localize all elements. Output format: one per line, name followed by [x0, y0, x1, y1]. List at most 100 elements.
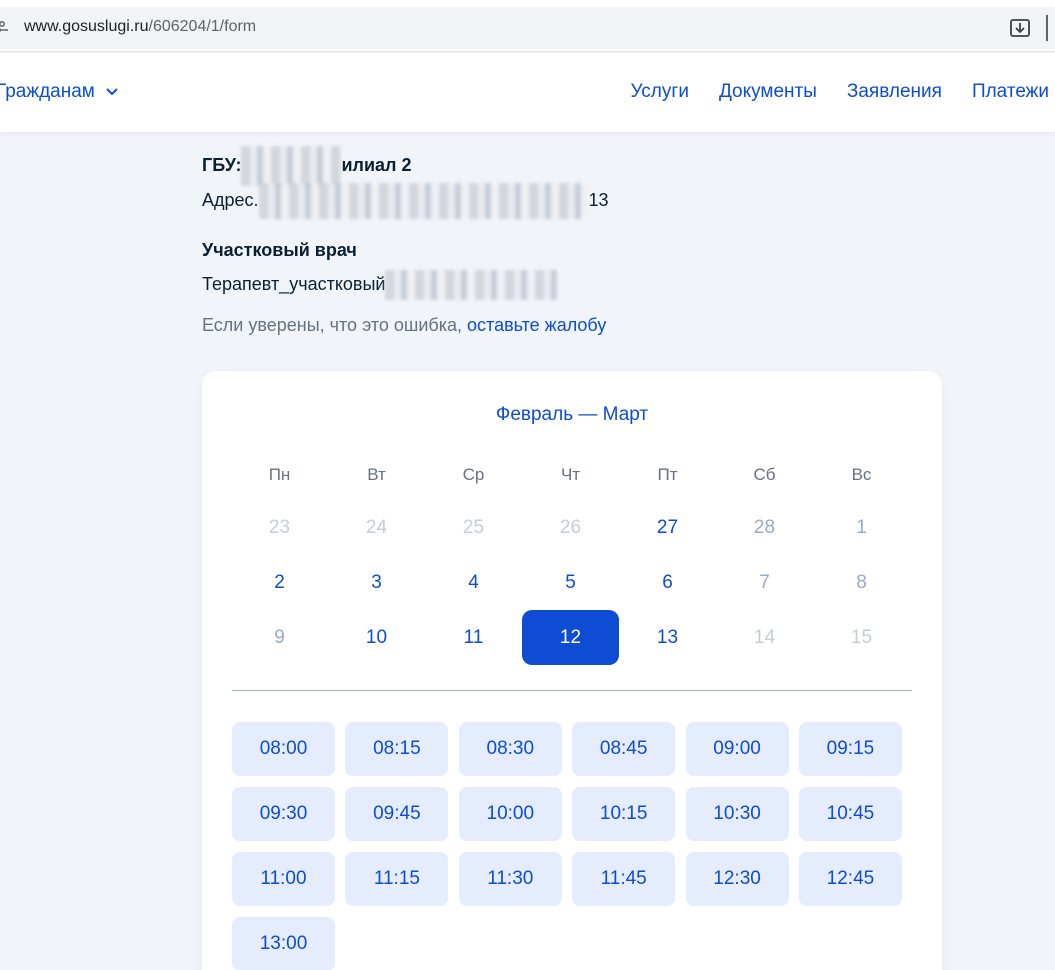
day-number: 10 — [365, 626, 388, 648]
days-grid: 23 24 25 26 27 28 1 2 3 4 5 6 7 8 9 10 11 12 13 14 15 — [231, 500, 911, 665]
day-cell[interactable]: 3 — [328, 555, 425, 610]
calendar-card: Февраль — Март Пн Вт Ср Чт Пт Сб Вс 23 24 25 26 27… — [202, 371, 942, 970]
site-settings-icon[interactable] — [0, 19, 8, 35]
nav-documents[interactable]: Документы — [719, 81, 817, 103]
error-note: Если уверены, что это ошибка, оставьте ж… — [202, 315, 606, 336]
day-number: 25 — [462, 516, 485, 538]
address-bar[interactable]: www.gosuslugi.ru/606204/1/form — [0, 7, 1055, 49]
day-cell: 7 — [716, 555, 813, 610]
error-text: Если уверены, что это ошибка, — [202, 315, 468, 335]
time-slot-button[interactable]: 10:30 — [685, 787, 789, 841]
day-cell[interactable]: 13 — [619, 610, 716, 665]
weekday-label: Пн — [268, 465, 291, 484]
day-number: 12 — [522, 610, 619, 665]
weekday-label: Ср — [462, 465, 485, 484]
time-slot-button[interactable]: 09:30 — [232, 787, 335, 841]
nav-services[interactable]: Услуги — [631, 81, 689, 103]
time-slot-button[interactable]: 10:15 — [572, 787, 676, 841]
url-text[interactable]: www.gosuslugi.ru/606204/1/form — [24, 18, 256, 36]
address-prefix: Адрес. — [202, 190, 259, 210]
site-header: Гражданам Услуги Документы Заявления Пла… — [0, 53, 1055, 132]
day-cell: 15 — [813, 610, 910, 665]
day-cell[interactable]: 6 — [619, 555, 716, 610]
day-number: 26 — [559, 516, 582, 538]
nav-applications[interactable]: Заявления — [847, 81, 942, 103]
time-slot-button[interactable]: 13:00 — [232, 917, 335, 970]
time-slot-button[interactable]: 08:30 — [458, 722, 562, 776]
day-cell[interactable]: 5 — [522, 555, 619, 610]
doctor-heading: Участковый врач — [202, 240, 357, 260]
time-slot-button[interactable]: 08:15 — [345, 722, 449, 776]
day-cell: 23 — [231, 500, 328, 555]
day-cell: 28 — [716, 500, 813, 555]
organization-name: ГБУ: илиал 2 — [202, 146, 411, 187]
day-cell[interactable]: 4 — [425, 555, 522, 610]
weekday-header: Пн Вт Ср Чт Пт Сб Вс — [231, 465, 911, 485]
day-number: 15 — [850, 626, 873, 648]
day-cell[interactable]: 11 — [425, 610, 522, 665]
day-number: 11 — [463, 626, 484, 648]
time-slot-button[interactable]: 10:00 — [458, 787, 562, 841]
time-slot-button[interactable]: 08:45 — [572, 722, 676, 776]
redacted-doctor — [385, 270, 558, 301]
day-number: 27 — [656, 516, 679, 538]
doctor-role: Терапевт_участковый — [202, 274, 386, 294]
day-number: 24 — [365, 516, 388, 538]
day-number: 28 — [753, 516, 776, 538]
address-suffix: 13 — [588, 190, 609, 210]
month-title: Февраль — Март — [495, 404, 649, 425]
weekday-label: Пт — [657, 465, 678, 484]
day-number: 9 — [274, 626, 285, 648]
day-cell-selected[interactable]: 12 — [522, 610, 619, 665]
day-number: 3 — [371, 571, 382, 593]
day-cell: 1 — [813, 500, 910, 555]
day-number: 2 — [274, 571, 285, 593]
download-icon[interactable] — [1009, 17, 1031, 39]
day-number: 7 — [759, 571, 770, 593]
day-cell: 14 — [716, 610, 813, 665]
time-slot-button[interactable]: 11:15 — [345, 852, 449, 906]
day-number: 5 — [565, 571, 576, 593]
time-slot-button[interactable]: 08:00 — [232, 722, 335, 776]
menu-edge-icon[interactable] — [1046, 15, 1048, 41]
complaint-link[interactable]: оставьте жалобу — [467, 315, 606, 335]
time-slot-button[interactable]: 12:30 — [685, 852, 789, 906]
browser-toolbar: www.gosuslugi.ru/606204/1/form — [0, 0, 1055, 52]
chevron-down-icon — [106, 88, 118, 96]
time-slot-button[interactable]: 11:00 — [232, 852, 335, 906]
citizens-menu[interactable]: Гражданам — [0, 81, 119, 103]
redacted-org — [241, 146, 342, 187]
time-slot-button[interactable]: 11:45 — [572, 852, 676, 906]
time-slot-button[interactable]: 09:45 — [345, 787, 449, 841]
time-slot-button[interactable]: 12:45 — [798, 852, 902, 906]
day-number: 4 — [468, 571, 479, 593]
url-host: www.gosuslugi.ru — [24, 18, 149, 35]
day-cell: 26 — [522, 500, 619, 555]
day-cell: 24 — [328, 500, 425, 555]
address: Адрес. 13 — [202, 183, 609, 220]
org-prefix: ГБУ: — [202, 155, 242, 175]
nav-payments[interactable]: Платежи — [972, 81, 1049, 103]
time-slot-button[interactable]: 09:15 — [798, 722, 902, 776]
day-number: 1 — [856, 516, 867, 538]
weekday-label: Сб — [753, 465, 776, 484]
day-cell: 9 — [231, 610, 328, 665]
day-cell[interactable]: 2 — [231, 555, 328, 610]
citizens-label: Гражданам — [0, 81, 95, 102]
day-cell[interactable]: 27 — [619, 500, 716, 555]
weekday-label: Вс — [851, 465, 872, 484]
url-path: /606204/1/form — [148, 18, 257, 35]
time-slot-button[interactable]: 11:30 — [458, 852, 562, 906]
day-cell[interactable]: 10 — [328, 610, 425, 665]
weekday-label: Вт — [367, 465, 386, 484]
main-nav: Услуги Документы Заявления Платежи — [631, 81, 1050, 103]
weekday-label: Чт — [560, 465, 581, 484]
day-number: 14 — [753, 626, 776, 648]
day-cell: 25 — [425, 500, 522, 555]
time-slot-button[interactable]: 09:00 — [685, 722, 789, 776]
divider — [232, 690, 912, 691]
time-slots: 08:00 08:15 08:30 08:45 09:00 09:15 09:30 09:45… — [232, 722, 902, 970]
time-slot-button[interactable]: 10:45 — [798, 787, 902, 841]
day-number: 13 — [656, 626, 679, 648]
day-number: 8 — [856, 571, 867, 593]
